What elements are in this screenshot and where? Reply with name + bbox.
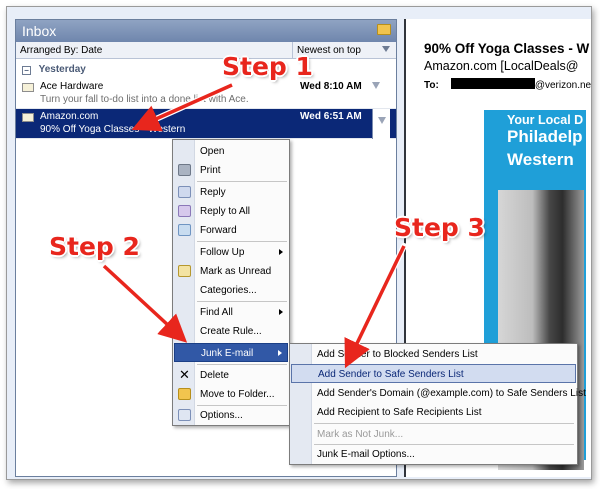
junk-email-submenu: Add Sender to Blocked Senders List Add S… xyxy=(289,343,586,465)
menu-item-junk-email[interactable]: Junk E-mail xyxy=(174,343,288,362)
menu-item-label: Reply xyxy=(200,187,226,198)
menu-item-print[interactable]: Print xyxy=(174,161,288,180)
delete-icon: ✕ xyxy=(179,367,190,382)
redacted-address xyxy=(450,78,535,89)
step1-label: Step 1 xyxy=(222,52,313,81)
menu-item-label: Add Sender to Safe Senders List xyxy=(318,369,464,380)
submenu-arrow-icon xyxy=(278,350,282,356)
flag-icon[interactable] xyxy=(372,82,380,89)
menu-item-label: Delete xyxy=(200,370,229,381)
menu-item-label: Create Rule... xyxy=(200,326,262,337)
menu-item-delete[interactable]: ✕ Delete xyxy=(174,366,288,385)
envelope-icon xyxy=(22,83,34,92)
arrange-by-button[interactable]: Arranged By: Date xyxy=(20,45,102,56)
menu-item-forward[interactable]: Forward xyxy=(174,221,288,240)
message-to: To: @verizon.net xyxy=(424,78,592,91)
mail-date: Wed 8:10 AM xyxy=(300,81,362,92)
mail-item-ace-hardware[interactable]: Ace Hardware Turn your fall to-do list i… xyxy=(16,79,396,109)
menu-item-label: Add Sender's Domain (@example.com) to Sa… xyxy=(317,388,586,399)
menu-item-move-to-folder[interactable]: Move to Folder... xyxy=(174,385,288,404)
group-label: Yesterday xyxy=(38,64,86,75)
mail-preview: Turn your fall to-do list into a done li… xyxy=(40,94,249,105)
submenu-arrow-icon xyxy=(279,249,283,255)
step2-label: Step 2 xyxy=(49,232,140,261)
collapse-icon[interactable]: − xyxy=(22,66,31,75)
ad-region: Western xyxy=(507,150,574,169)
menu-item-options[interactable]: Options... xyxy=(174,406,288,425)
menu-item-mark-as-unread[interactable]: Mark as Unread xyxy=(174,262,288,281)
ad-city: Philadelp xyxy=(507,127,583,146)
menu-item-label: Add Recipient to Safe Recipients List xyxy=(317,407,482,418)
menu-item-label: Reply to All xyxy=(200,206,251,217)
to-label: To: xyxy=(424,80,439,91)
menu-item-open[interactable]: Open xyxy=(174,142,288,161)
mail-date: Wed 6:51 AM xyxy=(300,111,362,122)
envelope-icon xyxy=(178,265,191,277)
flag-column[interactable] xyxy=(372,109,390,139)
menu-item-label: Add Sender to Blocked Senders List xyxy=(317,349,478,360)
menu-item-label: Open xyxy=(200,146,225,157)
menu-separator xyxy=(197,241,287,242)
menu-separator xyxy=(314,423,574,424)
menu-item-safe-domain[interactable]: Add Sender's Domain (@example.com) to Sa… xyxy=(291,384,586,403)
move-icon xyxy=(178,388,191,400)
menu-item-block-sender[interactable]: Add Sender to Blocked Senders List xyxy=(291,345,576,364)
inbox-header: Inbox xyxy=(16,20,396,42)
menu-separator xyxy=(197,181,287,182)
mail-preview: 90% Off Yoga Classes - Western xyxy=(40,124,186,135)
menu-item-label: Mark as Not Junk... xyxy=(317,429,404,440)
forward-icon xyxy=(178,224,191,236)
menu-item-label: Forward xyxy=(200,225,237,236)
to-address: @verizon.net xyxy=(534,80,592,91)
envelope-icon xyxy=(22,113,34,122)
sort-arrow-icon xyxy=(382,46,390,52)
print-icon xyxy=(178,164,191,176)
menu-item-label: Junk E-mail xyxy=(201,348,254,359)
menu-item-label: Move to Folder... xyxy=(200,389,275,400)
menu-item-categories[interactable]: Categories... xyxy=(174,281,288,300)
menu-item-label: Follow Up xyxy=(200,247,245,258)
menu-item-label: Junk E-mail Options... xyxy=(317,449,415,460)
message-from: Amazon.com [LocalDeals@ xyxy=(424,59,579,73)
options-icon xyxy=(178,409,191,421)
menu-item-label: Options... xyxy=(200,410,243,421)
menu-item-not-junk: Mark as Not Junk... xyxy=(291,425,576,444)
menu-item-label: Print xyxy=(200,165,221,176)
reply-all-icon xyxy=(178,205,191,217)
menu-item-label: Categories... xyxy=(200,285,257,296)
menu-item-junk-options[interactable]: Junk E-mail Options... xyxy=(291,445,576,464)
folder-icon[interactable] xyxy=(377,24,391,35)
menu-item-reply-all[interactable]: Reply to All xyxy=(174,202,288,221)
menu-item-find-all[interactable]: Find All xyxy=(174,303,288,322)
submenu-arrow-icon xyxy=(279,309,283,315)
message-subject: 90% Off Yoga Classes - W xyxy=(424,41,590,56)
menu-item-label: Find All xyxy=(200,307,233,318)
menu-item-safe-recipient[interactable]: Add Recipient to Safe Recipients List xyxy=(291,403,576,422)
menu-item-safe-sender[interactable]: Add Sender to Safe Senders List xyxy=(291,364,576,383)
mail-item-amazon[interactable]: Amazon.com 90% Off Yoga Classes - Wester… xyxy=(16,109,396,139)
flag-icon[interactable] xyxy=(378,117,386,124)
step3-label: Step 3 xyxy=(394,213,485,242)
menu-item-follow-up[interactable]: Follow Up xyxy=(174,243,288,262)
menu-item-reply[interactable]: Reply xyxy=(174,183,288,202)
menu-item-label: Mark as Unread xyxy=(200,266,272,277)
context-menu: Open Print Reply Reply to All Forward Fo… xyxy=(172,139,290,426)
group-header-yesterday[interactable]: − Yesterday xyxy=(16,59,396,79)
ad-headline: Your Local D xyxy=(507,113,584,127)
menu-item-create-rule[interactable]: Create Rule... xyxy=(174,322,288,341)
menu-separator xyxy=(197,301,287,302)
inbox-title: Inbox xyxy=(22,23,57,39)
reply-icon xyxy=(178,186,191,198)
open-icon xyxy=(178,145,191,157)
menu-separator xyxy=(197,364,287,365)
arrange-bar: Arranged By: Date Newest on top xyxy=(16,42,396,59)
